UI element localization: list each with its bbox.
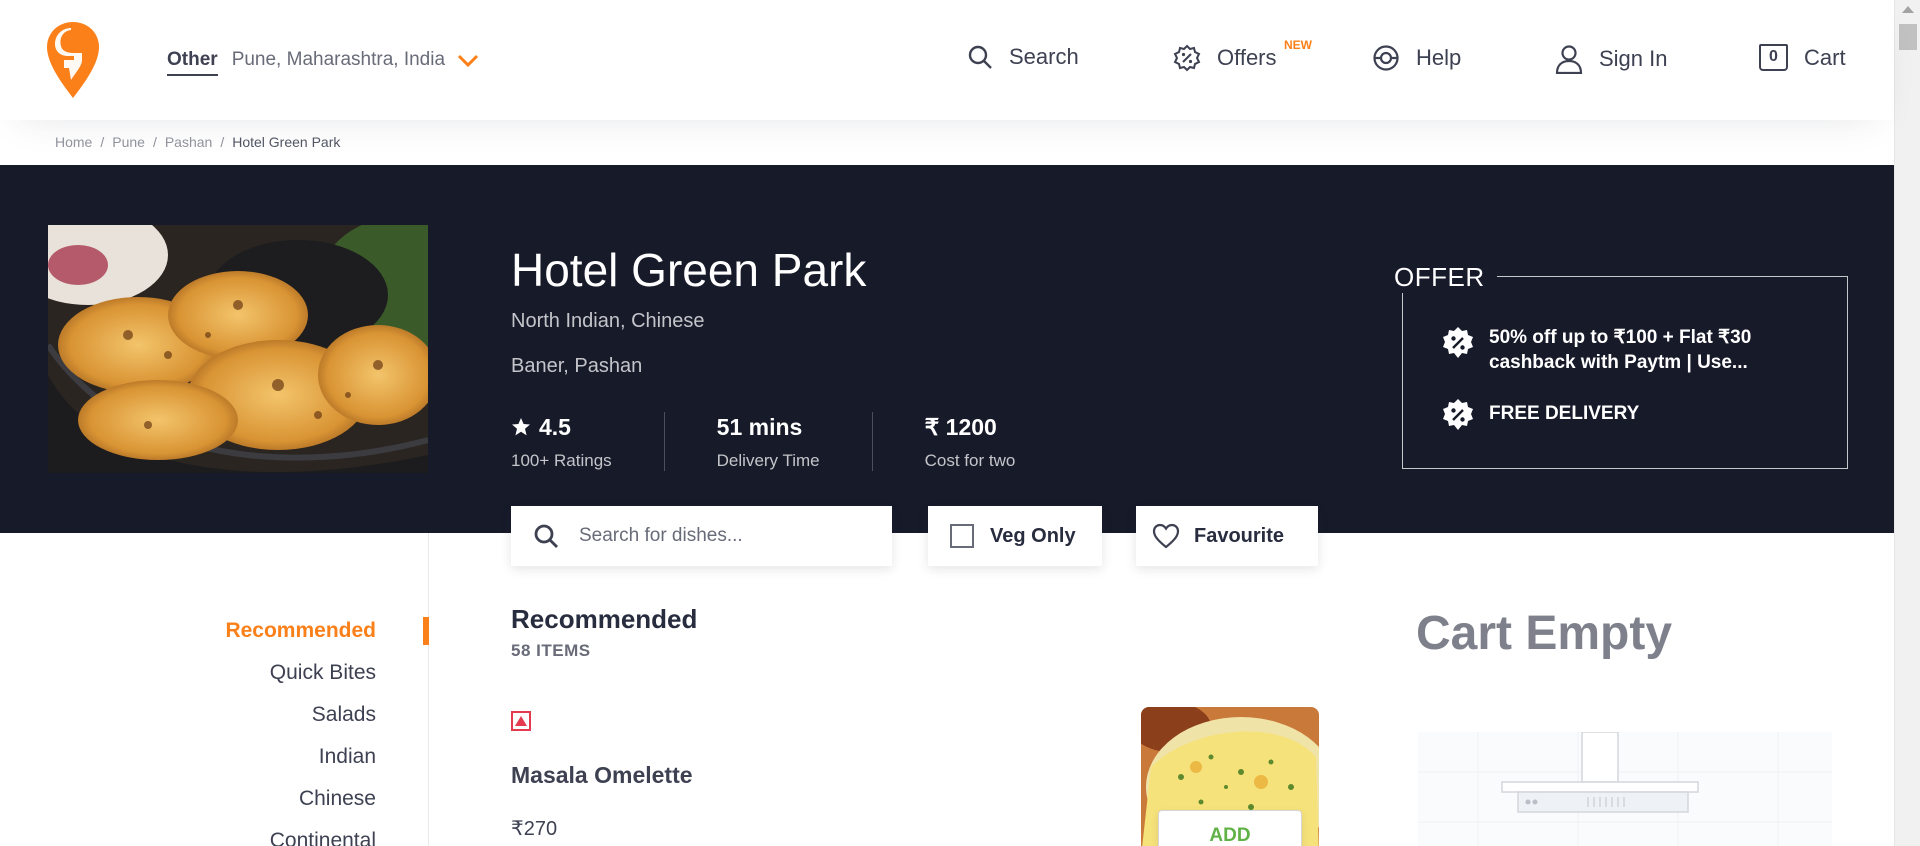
- restaurant-cuisines: North Indian, Chinese: [511, 310, 705, 332]
- menu-item-quick-bites[interactable]: Quick Bites: [225, 660, 376, 702]
- menu-item-indian[interactable]: Indian: [225, 744, 376, 786]
- discount-icon: [1443, 399, 1473, 430]
- cost-value: ₹ 1200: [924, 413, 997, 440]
- rating-label: 100+ Ratings: [511, 451, 612, 470]
- favourite-label: Favourite: [1194, 524, 1285, 547]
- nav-help-label: Help: [1416, 45, 1462, 70]
- search-icon: [968, 45, 992, 69]
- nav-search-label: Search: [1009, 44, 1079, 69]
- rating-value: 4.5: [539, 413, 571, 440]
- breadcrumb-separator: /: [100, 134, 105, 150]
- menu-item-salads[interactable]: Salads: [225, 702, 376, 744]
- stat-rating: 4.5 100+ Ratings: [511, 412, 664, 471]
- offer-title: OFFER: [1394, 262, 1497, 293]
- nav-sign-in[interactable]: Sign In: [1555, 44, 1668, 74]
- breadcrumb-city[interactable]: Pune: [112, 134, 145, 150]
- nav-sign-in-label: Sign In: [1599, 46, 1668, 71]
- restaurant-locality: Baner, Pashan: [511, 355, 643, 377]
- offer-line-2: FREE DELIVERY: [1489, 403, 1640, 424]
- breadcrumb-home[interactable]: Home: [55, 134, 92, 150]
- nav-search[interactable]: Search: [967, 44, 1079, 70]
- offer-line-1a: 50% off up to ₹100 + Flat ₹30: [1489, 327, 1752, 348]
- page-scrollbar[interactable]: [1894, 0, 1920, 846]
- location-address: Pune, Maharashtra, India: [231, 49, 446, 70]
- nav-offers-label: Offers: [1217, 45, 1277, 70]
- location-label: Other: [167, 49, 218, 76]
- scroll-thumb[interactable]: [1899, 24, 1917, 50]
- location-selector[interactable]: Other Pune, Maharashtra, India: [167, 49, 479, 76]
- nav-cart[interactable]: 0 Cart: [1759, 44, 1846, 71]
- stat-cost: ₹ 1200 Cost for two: [871, 412, 1016, 471]
- menu-active-indicator: [423, 617, 429, 645]
- cart-empty-title: Cart Empty: [1416, 607, 1673, 660]
- restaurant-stats: 4.5 100+ Ratings 51 mins Delivery Time ₹…: [511, 412, 1015, 471]
- dish-search[interactable]: [511, 506, 892, 566]
- new-badge: NEW: [1284, 38, 1312, 52]
- star-icon: [512, 418, 530, 436]
- delivery-time-value: 51 mins: [716, 413, 803, 440]
- cart-icon: 0: [1759, 44, 1788, 71]
- discount-icon: [1443, 327, 1473, 358]
- breadcrumb: Home / Pune / Pashan / Hotel Green Park: [55, 134, 340, 150]
- offer-item[interactable]: 50% off up to ₹100 + Flat ₹30 cashback w…: [1441, 325, 1751, 375]
- breadcrumb-separator: /: [152, 134, 157, 150]
- offer-box: 50% off up to ₹100 + Flat ₹30 cashback w…: [1402, 276, 1848, 469]
- swiggy-logo[interactable]: [47, 22, 99, 98]
- menu-item-recommended[interactable]: Recommended: [225, 618, 376, 660]
- scroll-up-arrow-icon[interactable]: [1902, 6, 1914, 13]
- stat-delivery-time: 51 mins Delivery Time: [663, 412, 872, 471]
- cost-label: Cost for two: [924, 451, 1016, 470]
- user-icon: [1555, 45, 1583, 74]
- nav-offers[interactable]: Offers NEW: [1173, 38, 1312, 72]
- empty-cart-illustration: [1418, 732, 1832, 846]
- veg-only-checkbox[interactable]: [950, 524, 974, 548]
- veg-only-label: Veg Only: [990, 524, 1076, 547]
- heart-icon: [1152, 523, 1180, 549]
- menu-item-chinese[interactable]: Chinese: [225, 786, 376, 828]
- top-header: Other Pune, Maharashtra, India Search Of…: [0, 0, 1894, 120]
- menu-item-continental[interactable]: Continental: [225, 828, 376, 846]
- restaurant-image: [48, 225, 428, 473]
- offer-item[interactable]: FREE DELIVERY: [1441, 397, 1639, 432]
- search-icon: [534, 524, 558, 548]
- offers-icon: [1173, 44, 1201, 72]
- page: Other Pune, Maharashtra, India Search Of…: [0, 0, 1920, 846]
- help-icon: [1373, 45, 1399, 71]
- item-name: Masala Omelette: [511, 762, 693, 788]
- nav-help[interactable]: Help: [1372, 44, 1461, 72]
- section-item-count: 58 ITEMS: [511, 641, 591, 660]
- breadcrumb-current: Hotel Green Park: [232, 134, 341, 150]
- breadcrumb-separator: /: [220, 134, 225, 150]
- add-button[interactable]: ADD: [1158, 810, 1302, 846]
- chevron-down-icon: [457, 54, 479, 67]
- menu-divider: [428, 533, 429, 846]
- item-price: ₹270: [511, 818, 558, 840]
- favourite-button[interactable]: Favourite: [1136, 506, 1318, 566]
- restaurant-name: Hotel Green Park: [511, 244, 867, 296]
- nav-cart-label: Cart: [1804, 44, 1846, 70]
- section-title: Recommended: [511, 604, 698, 634]
- non-veg-icon: [511, 711, 531, 731]
- dish-search-input[interactable]: [579, 525, 859, 547]
- category-menu: Recommended Quick Bites Salads Indian Ch…: [225, 618, 376, 846]
- cart-count: 0: [1769, 48, 1778, 65]
- veg-only-toggle[interactable]: Veg Only: [928, 506, 1102, 566]
- delivery-time-label: Delivery Time: [716, 451, 820, 470]
- breadcrumb-area[interactable]: Pashan: [165, 134, 212, 150]
- offer-line-1b: cashback with Paytm | Use...: [1489, 352, 1748, 373]
